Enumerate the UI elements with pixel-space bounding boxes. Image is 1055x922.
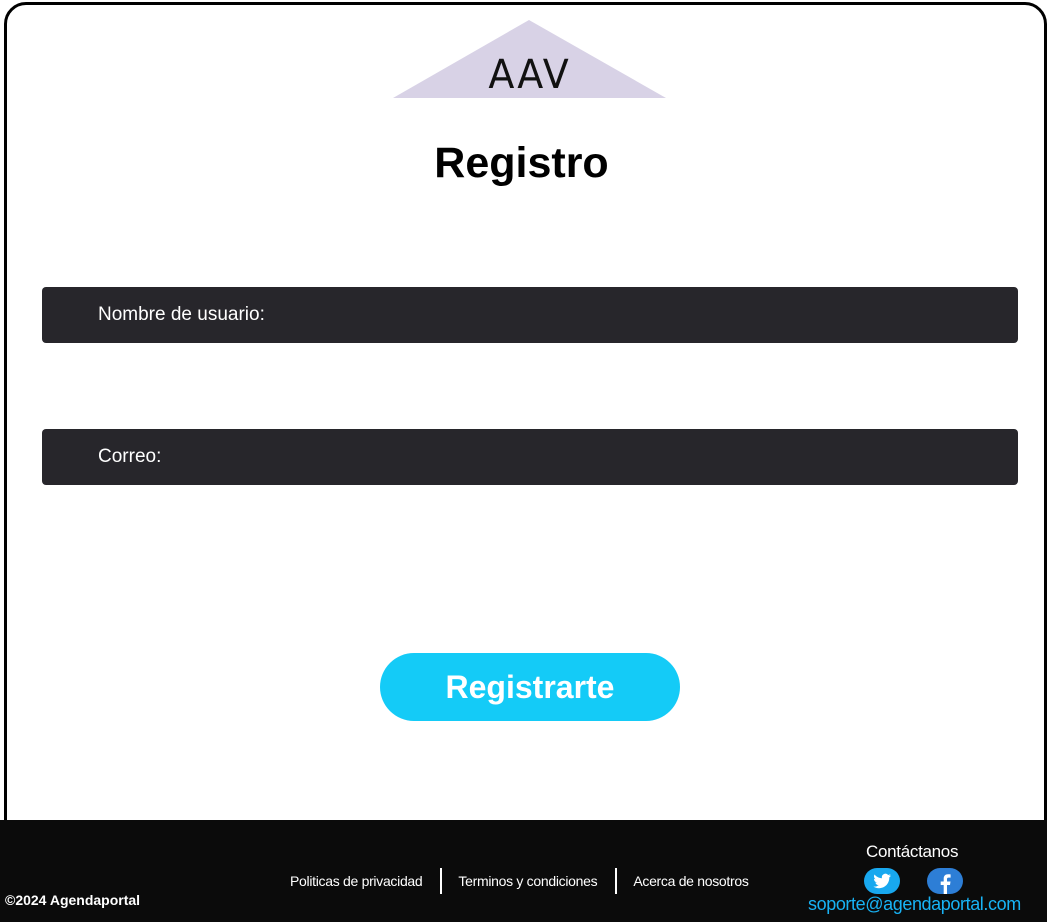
facebook-icon[interactable]	[927, 868, 963, 894]
logo-text: AAV	[488, 52, 571, 98]
register-button[interactable]: Registrarte	[380, 653, 680, 721]
footer-edge	[1047, 820, 1055, 922]
username-label: Nombre de usuario:	[98, 304, 265, 325]
about-link[interactable]: Acerca de nosotros	[633, 873, 749, 889]
copyright-text: ©2024 Agendaportal	[5, 892, 141, 908]
contact-title: Contáctanos	[866, 842, 959, 861]
terms-link[interactable]: Terminos y condiciones	[458, 873, 597, 889]
email-label: Correo:	[98, 446, 162, 467]
footer-divider	[615, 868, 618, 894]
twitter-icon[interactable]	[864, 868, 900, 894]
username-input[interactable]	[332, 295, 1002, 337]
email-field[interactable]: Correo:	[42, 429, 1018, 485]
privacy-policy-link[interactable]: Politicas de privacidad	[290, 873, 423, 889]
support-email-link[interactable]: soporte@agendaportal.com	[808, 894, 1021, 915]
page-title: Registro	[434, 139, 609, 187]
email-input[interactable]	[332, 437, 1002, 479]
footer-links: Politicas de privacidad Terminos y condi…	[290, 866, 749, 896]
footer: ©2024 Agendaportal Politicas de privacid…	[0, 820, 1055, 922]
username-field[interactable]: Nombre de usuario:	[42, 287, 1018, 343]
footer-divider	[440, 868, 443, 894]
